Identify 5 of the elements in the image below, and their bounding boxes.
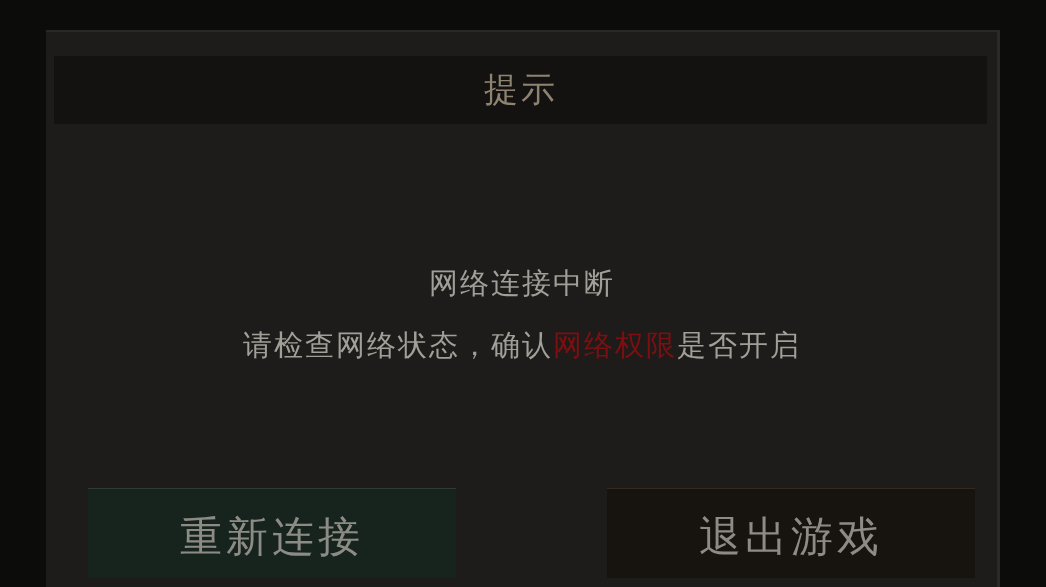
exit-button[interactable]: 退出游戏 [607, 488, 975, 578]
message-text: 请检查网络状态，确认网络权限是否开启 [242, 327, 801, 364]
message-text: 网络连接中断 [428, 265, 615, 302]
reconnect-button[interactable]: 重新连接 [88, 488, 456, 578]
dialog-title: 提示 [483, 68, 558, 111]
